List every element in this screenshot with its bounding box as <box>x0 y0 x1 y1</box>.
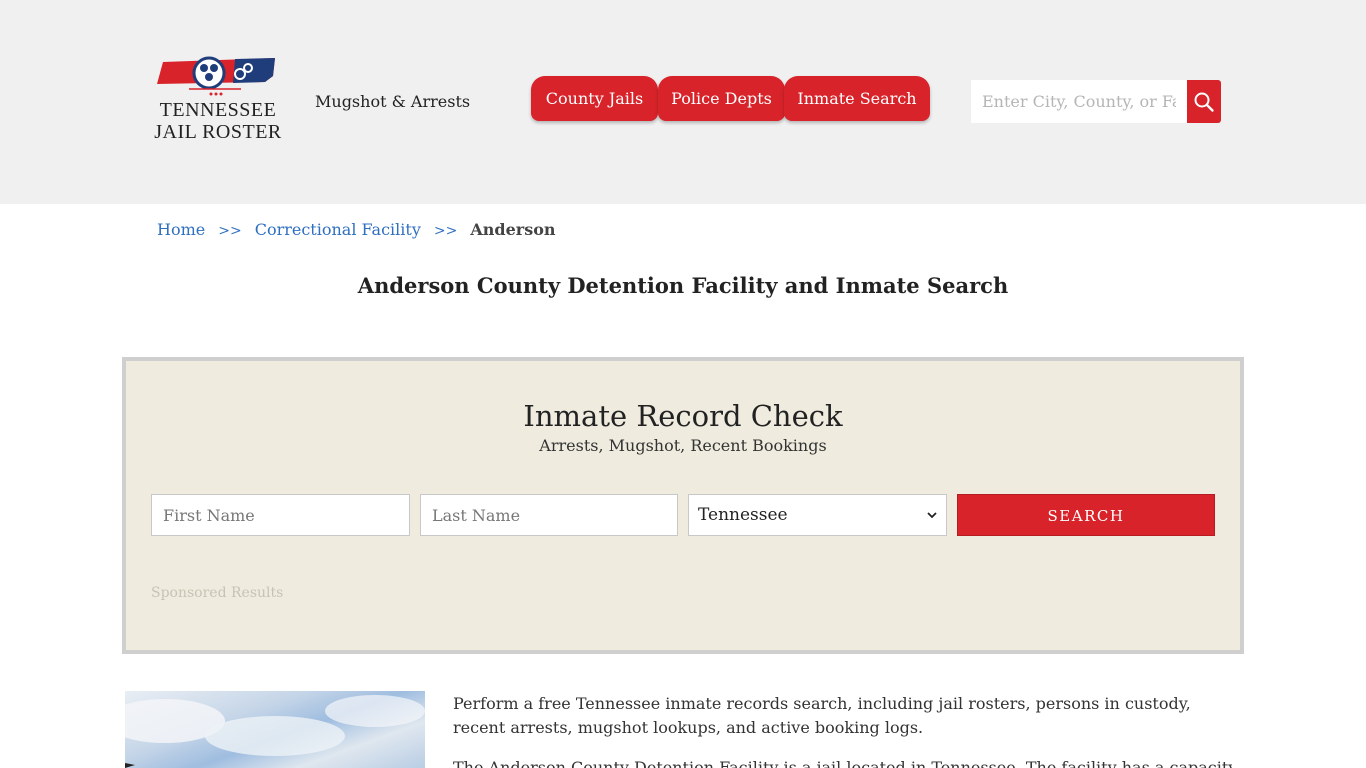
panel-title: Inmate Record Check <box>523 399 843 433</box>
breadcrumb: Home >> Correctional Facility >> Anderson <box>157 220 556 239</box>
header-search-button[interactable] <box>1187 80 1221 123</box>
breadcrumb-separator: >> <box>218 223 242 239</box>
site-header: TENNESSEE JAIL ROSTER Mugshot & Arrests … <box>0 0 1366 204</box>
site-logo[interactable]: TENNESSEE JAIL ROSTER <box>153 56 283 148</box>
state-select-value: Tennessee <box>698 505 788 525</box>
search-icon <box>1194 92 1214 112</box>
tennessee-flag-logo-icon <box>157 56 275 96</box>
nav-county-jails[interactable]: County Jails <box>531 76 658 121</box>
header-search <box>971 80 1221 123</box>
breadcrumb-current: Anderson <box>470 220 556 239</box>
inmate-record-check-panel: Inmate Record Check Arrests, Mugshot, Re… <box>122 357 1244 654</box>
nav-police-depts[interactable]: Police Depts <box>658 76 785 121</box>
intro-paragraph: Perform a free Tennessee inmate records … <box>453 694 1191 737</box>
breadcrumb-correctional-facility[interactable]: Correctional Facility <box>255 220 421 239</box>
search-button[interactable]: SEARCH <box>957 494 1215 536</box>
first-name-input[interactable] <box>151 494 410 536</box>
chevron-down-icon <box>927 512 937 519</box>
site-tagline: Mugshot & Arrests <box>315 92 471 111</box>
breadcrumb-home[interactable]: Home <box>157 220 205 239</box>
logo-line2: JAIL ROSTER <box>154 121 282 143</box>
breadcrumb-separator: >> <box>433 223 458 239</box>
page-title: Anderson County Detention Facility and I… <box>357 273 1009 298</box>
sponsored-results-label: Sponsored Results <box>151 585 284 601</box>
nav-inmate-search[interactable]: Inmate Search <box>784 76 930 121</box>
logo-line1: TENNESSEE <box>159 99 277 121</box>
state-select[interactable]: Tennessee <box>688 494 947 536</box>
facility-search-input[interactable] <box>971 80 1187 123</box>
last-name-input[interactable] <box>420 494 678 536</box>
facility-description: The Anderson County Detention Facility i… <box>453 758 1233 768</box>
sky-photo-image <box>125 695 425 768</box>
facility-photo <box>125 691 425 768</box>
panel-subtitle: Arrests, Mugshot, Recent Bookings <box>539 436 827 455</box>
